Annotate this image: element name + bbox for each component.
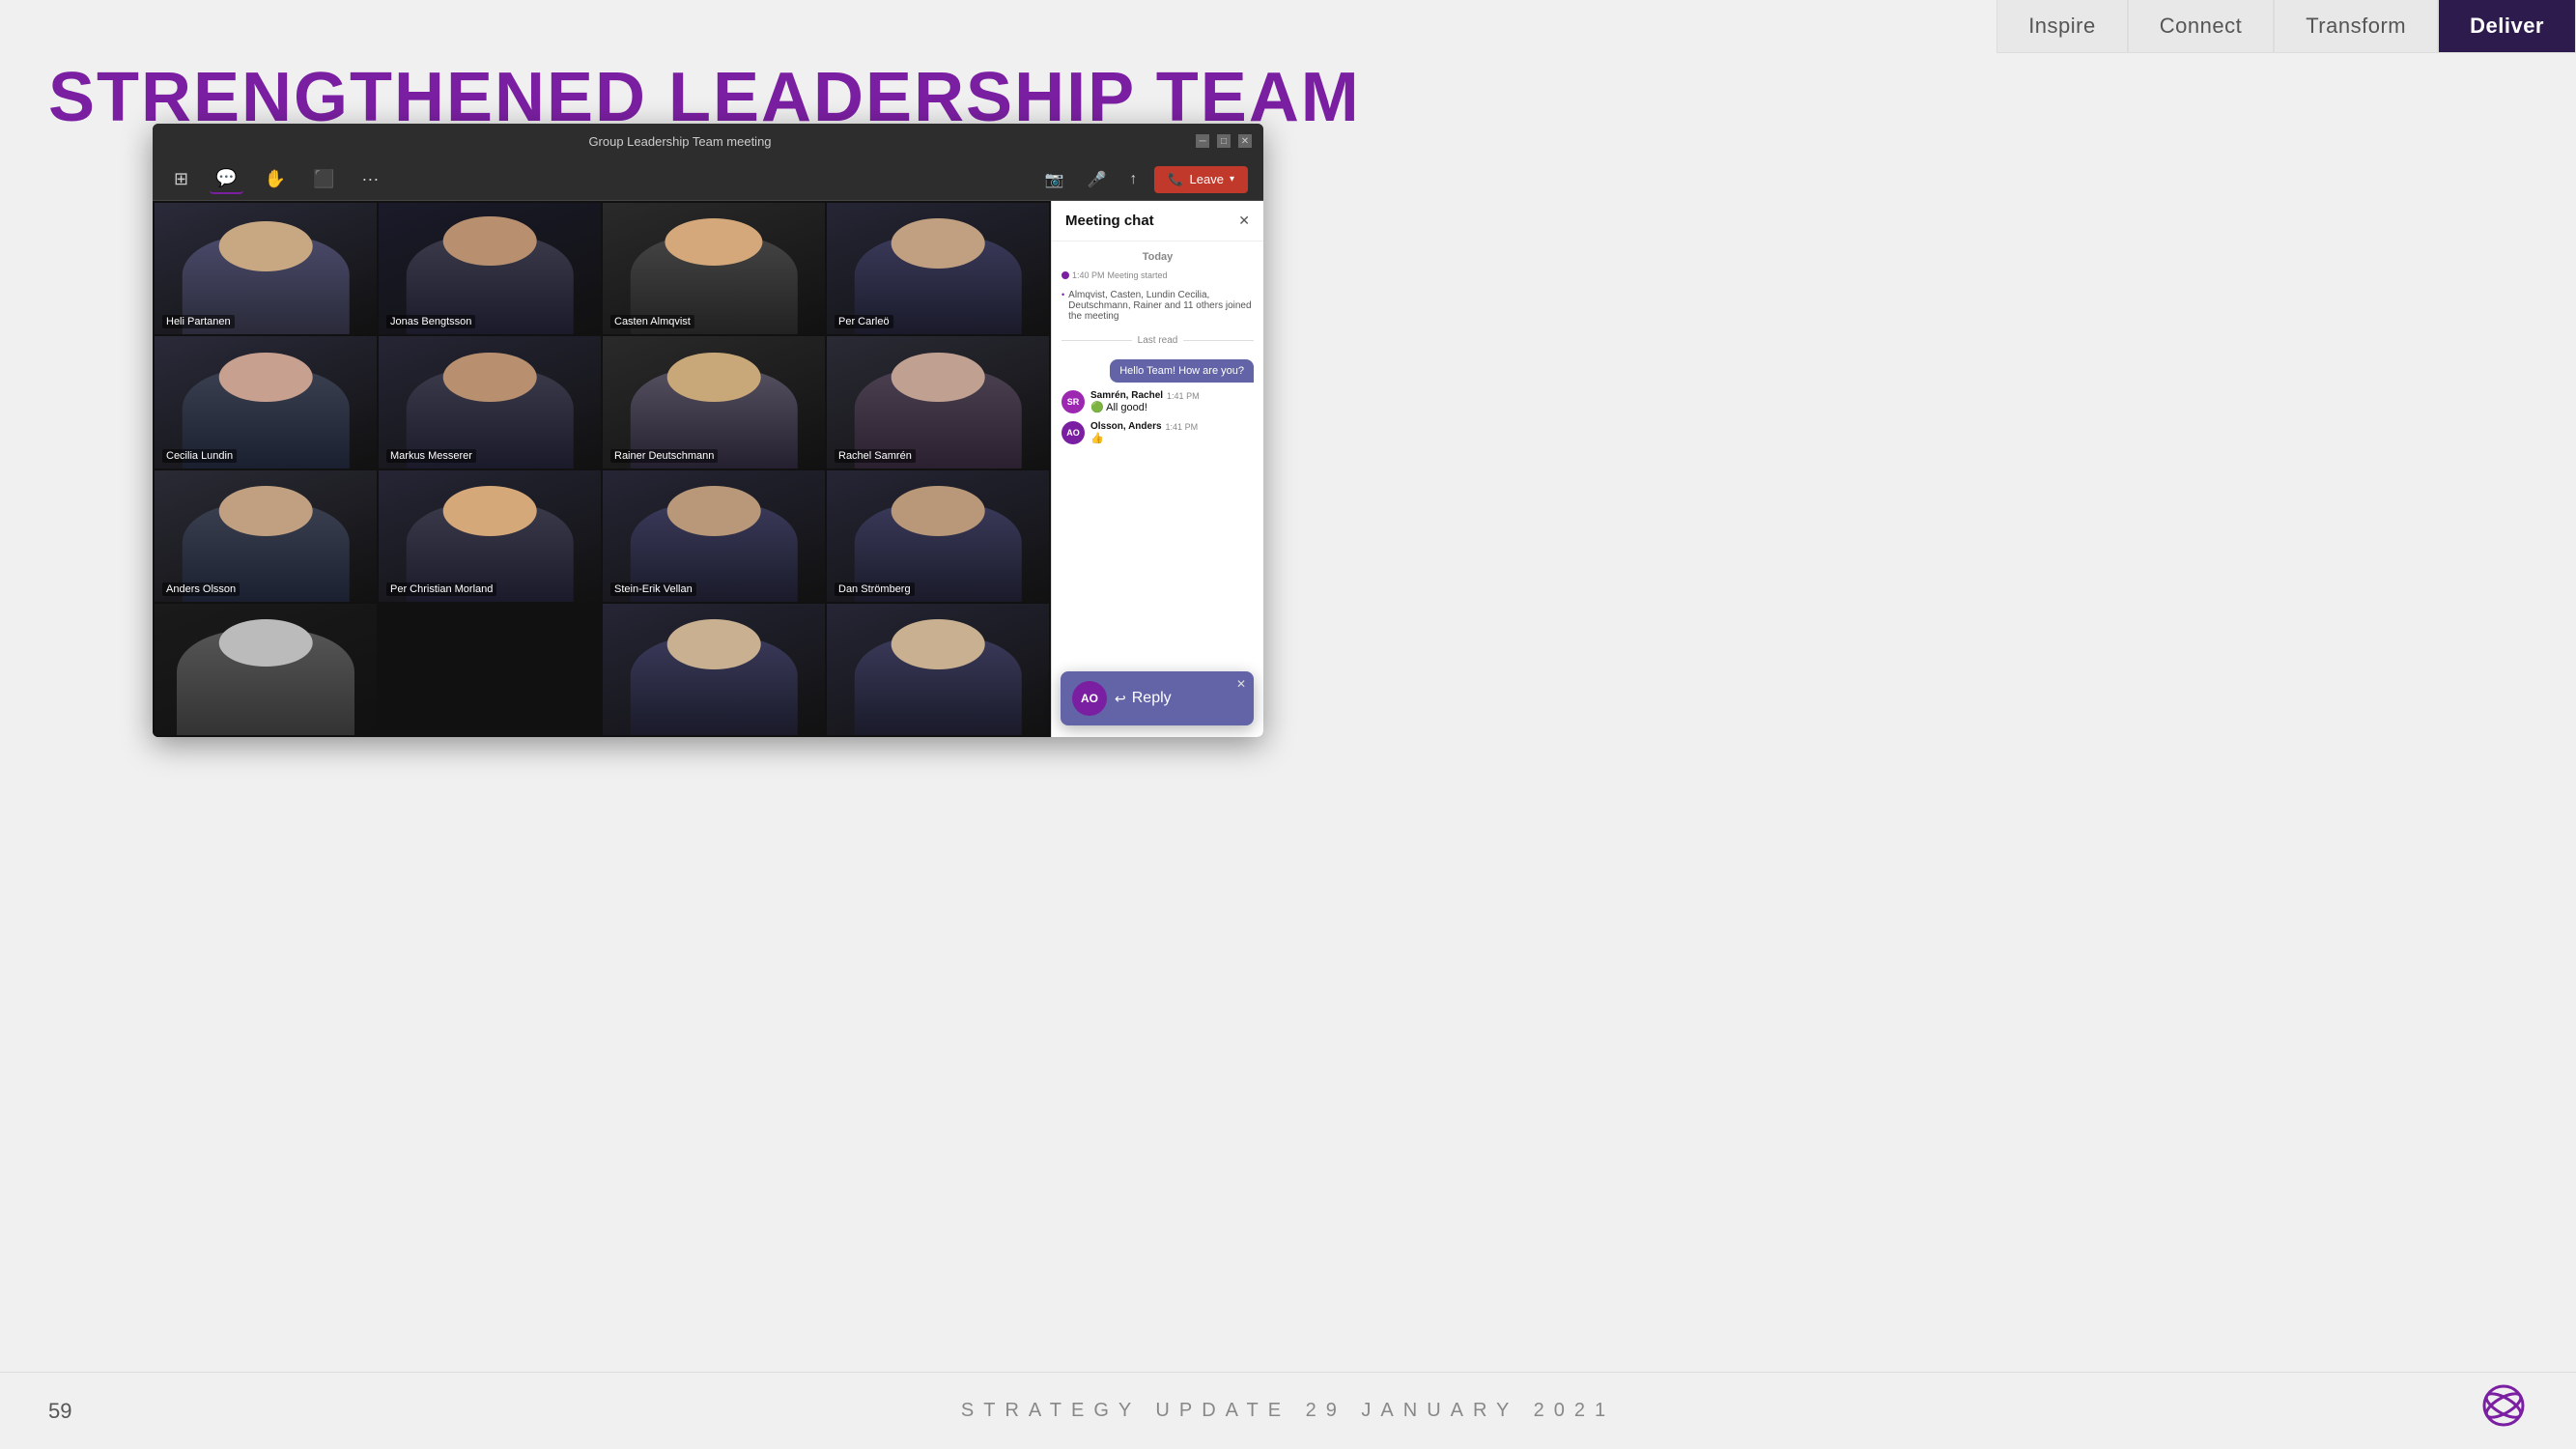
chat-icon[interactable]: 💬 xyxy=(210,164,242,194)
camera-icon[interactable]: 📷 xyxy=(1039,166,1070,193)
reply-text[interactable]: ↩ Reply xyxy=(1115,690,1172,707)
participant-name-dan: Dan Strömberg xyxy=(835,582,915,596)
page-number: 59 xyxy=(48,1399,71,1424)
rachel-avatar: SR xyxy=(1062,390,1085,413)
participant-name-casten: Casten Almqvist xyxy=(610,315,694,328)
nav-item-deliver[interactable]: Deliver xyxy=(2438,0,2576,53)
anders-time: 1:41 PM xyxy=(1166,422,1199,432)
nav-item-connect[interactable]: Connect xyxy=(2128,0,2274,53)
toolbar-left: ⊞ 💬 ✋ ⬛ ··· xyxy=(168,164,384,194)
video-cell-per: Per Carleö xyxy=(827,203,1049,334)
reactions-icon[interactable]: ✋ xyxy=(259,165,292,193)
chat-close-icon[interactable]: ✕ xyxy=(1238,213,1250,229)
video-cell-jonas: Jonas Bengtsson xyxy=(379,203,601,334)
rachel-sender: Samrén, Rachel xyxy=(1090,390,1163,401)
bullet-icon: • xyxy=(1062,290,1064,299)
anders-avatar: AO xyxy=(1062,421,1085,444)
video-cell-rachel: Rachel Samrén xyxy=(827,336,1049,468)
video-cell-casten: Casten Almqvist xyxy=(603,203,825,334)
last-read-divider: Last read xyxy=(1062,335,1254,346)
page-footer: STRATEGY UPDATE 29 JANUARY 2021 xyxy=(0,1372,2576,1449)
more-options-icon[interactable]: ··· xyxy=(355,165,384,193)
video-cell-anders: Anders Olsson xyxy=(155,470,377,602)
participant-name-jonas: Jonas Bengtsson xyxy=(386,315,475,328)
participant-name-cecilia: Cecilia Lundin xyxy=(162,449,237,463)
footer-text: STRATEGY UPDATE 29 JANUARY 2021 xyxy=(961,1400,1615,1422)
anders-msg-text: 👍 xyxy=(1090,432,1254,444)
participant-name-per: Per Carleö xyxy=(835,315,893,328)
video-cell-markus: Markus Messerer xyxy=(379,336,601,468)
teams-content: Heli Partanen Jonas Bengtsson Casten Alm… xyxy=(153,201,1263,737)
video-cell-bernie xyxy=(155,604,377,735)
leave-button[interactable]: 📞 Leave ▾ xyxy=(1154,166,1248,193)
teams-dot-icon xyxy=(1062,271,1069,279)
nav-item-inspire[interactable]: Inspire xyxy=(1996,0,2128,53)
participant-name-heli: Heli Partanen xyxy=(162,315,235,328)
chat-date: Today xyxy=(1062,251,1254,263)
toolbar-right: 📷 🎤 ↑ 📞 Leave ▾ xyxy=(1039,166,1248,193)
anders-sender: Olsson, Anders xyxy=(1090,421,1162,432)
chat-msg-rachel: SR Samrén, Rachel 1:41 PM 🟢 All good! xyxy=(1062,390,1254,413)
participant-name-anders: Anders Olsson xyxy=(162,582,240,596)
mic-icon[interactable]: 🎤 xyxy=(1081,166,1112,193)
chat-bubble-right: Hello Team! How are you? xyxy=(1110,359,1254,383)
last-read-label: Last read xyxy=(1138,335,1178,346)
reply-popup: ✕ AO ↩ Reply xyxy=(1061,671,1254,725)
video-cell-stein: Stein-Erik Vellan xyxy=(603,470,825,602)
reply-avatar: AO xyxy=(1072,681,1107,716)
video-cell-dan: Dan Strömberg xyxy=(827,470,1049,602)
participant-name-rachel: Rachel Samrén xyxy=(835,449,916,463)
chat-msg-anders: AO Olsson, Anders 1:41 PM 👍 xyxy=(1062,421,1254,444)
window-title-text: Group Leadership Team meeting xyxy=(164,134,1196,149)
minimize-icon[interactable]: ─ xyxy=(1196,134,1209,148)
chat-body: Today 1:40 PM Meeting started • Almqvist… xyxy=(1052,242,1263,737)
chat-title: Meeting chat xyxy=(1065,213,1154,229)
brand-logo xyxy=(2479,1381,2528,1430)
chat-joined-msg: • Almqvist, Casten, Lundin Cecilia, Deut… xyxy=(1062,290,1254,322)
video-cell-empty2 xyxy=(603,604,825,735)
video-cell-cecilia: Cecilia Lundin xyxy=(155,336,377,468)
nav-item-transform[interactable]: Transform xyxy=(2274,0,2438,53)
participant-name-rainer: Rainer Deutschmann xyxy=(610,449,718,463)
teams-window: Group Leadership Team meeting ─ □ ✕ ⊞ 💬 … xyxy=(153,124,1263,737)
screen-share-icon[interactable]: ⬛ xyxy=(307,165,340,193)
video-grid: Heli Partanen Jonas Bengtsson Casten Alm… xyxy=(153,201,1051,737)
video-cell-perchristian: Per Christian Morland xyxy=(379,470,601,602)
video-cell-empty1 xyxy=(379,604,601,735)
video-cell-empty3 xyxy=(827,604,1049,735)
close-icon[interactable]: ✕ xyxy=(1238,134,1252,148)
participant-name-stein: Stein-Erik Vellan xyxy=(610,582,696,596)
video-cell-heli: Heli Partanen xyxy=(155,203,377,334)
participant-name-perchristian: Per Christian Morland xyxy=(386,582,496,596)
video-cell-rainer: Rainer Deutschmann xyxy=(603,336,825,468)
teams-toolbar: ⊞ 💬 ✋ ⬛ ··· 📷 🎤 ↑ 📞 Leave ▾ xyxy=(153,158,1263,201)
chat-system-time: 1:40 PM Meeting started xyxy=(1062,270,1254,280)
window-titlebar: Group Leadership Team meeting ─ □ ✕ xyxy=(153,124,1263,158)
participants-icon[interactable]: ⊞ xyxy=(168,165,194,193)
share-icon[interactable]: ↑ xyxy=(1123,167,1143,192)
chat-header: Meeting chat ✕ xyxy=(1052,201,1263,242)
rachel-time: 1:41 PM xyxy=(1167,391,1200,401)
meeting-chat-panel: Meeting chat ✕ Today 1:40 PM Meeting sta… xyxy=(1051,201,1263,737)
reply-close-icon[interactable]: ✕ xyxy=(1236,677,1246,691)
window-controls: ─ □ ✕ xyxy=(1196,134,1252,148)
participant-name-markus: Markus Messerer xyxy=(386,449,476,463)
maximize-icon[interactable]: □ xyxy=(1217,134,1231,148)
rachel-msg-text: 🟢 All good! xyxy=(1090,401,1254,413)
top-navigation: Inspire Connect Transform Deliver xyxy=(1996,0,2576,52)
